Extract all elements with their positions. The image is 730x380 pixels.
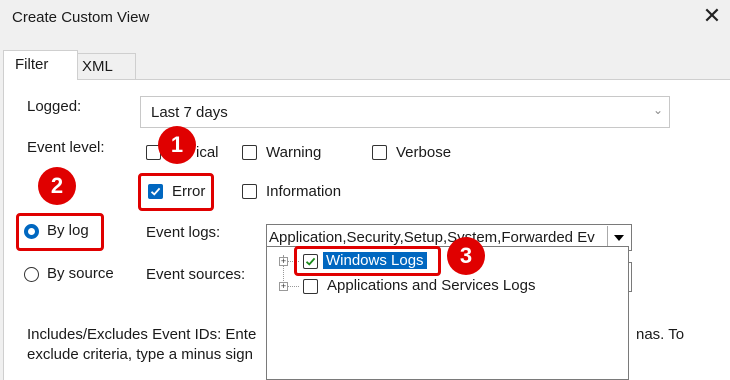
help-text-line1-end: nas. To (636, 326, 685, 343)
information-checkbox[interactable] (242, 184, 257, 199)
critical-label: ical (196, 144, 219, 161)
warning-checkbox[interactable] (242, 145, 257, 160)
event-sources-label: Event sources: (146, 266, 246, 283)
tab-filter[interactable]: Filter (3, 50, 78, 80)
tab-filter-label: Filter (15, 56, 49, 73)
error-highlight (138, 173, 214, 211)
tab-xml-label: XML (82, 58, 113, 75)
event-level-label: Event level: (27, 139, 105, 156)
tab-xml[interactable]: XML (78, 53, 136, 79)
callout-badge-2: 2 (38, 167, 76, 205)
expand-icon[interactable]: + (279, 282, 288, 291)
by-source-label: By source (47, 265, 114, 282)
window-title: Create Custom View (12, 9, 150, 26)
event-logs-value: Application,Security,Setup,System,Forwar… (269, 229, 595, 246)
applications-logs-checkbox[interactable] (303, 279, 318, 294)
help-text-line2: exclude criteria, type a minus sign (27, 346, 253, 363)
warning-label: Warning (266, 144, 322, 161)
information-label: Information (266, 183, 342, 200)
title-bar: Create Custom View ✕ (0, 0, 730, 36)
chevron-down-icon: ⌄ (652, 103, 663, 117)
callout-badge-3: 3 (447, 237, 485, 275)
logged-value: Last 7 days (151, 104, 228, 121)
by-source-radio[interactable] (24, 267, 39, 282)
tree-item-applications-and-services-logs[interactable]: Applications and Services Logs (327, 277, 535, 294)
help-text-line1: Includes/Excludes Event IDs: Ente (27, 326, 257, 343)
close-icon[interactable]: ✕ (700, 4, 724, 28)
logged-label: Logged: (27, 98, 82, 115)
by-log-highlight (16, 213, 104, 251)
verbose-label: Verbose (396, 144, 452, 161)
callout-badge-1: 1 (158, 126, 196, 164)
caret-down-icon (614, 235, 624, 241)
logged-dropdown[interactable]: Last 7 days ⌄ (140, 96, 670, 128)
tree-connector (287, 286, 299, 287)
expand-icon[interactable]: + (279, 257, 288, 266)
windows-logs-highlight (294, 246, 441, 276)
event-logs-label: Event logs: (146, 224, 221, 241)
verbose-checkbox[interactable] (372, 145, 387, 160)
